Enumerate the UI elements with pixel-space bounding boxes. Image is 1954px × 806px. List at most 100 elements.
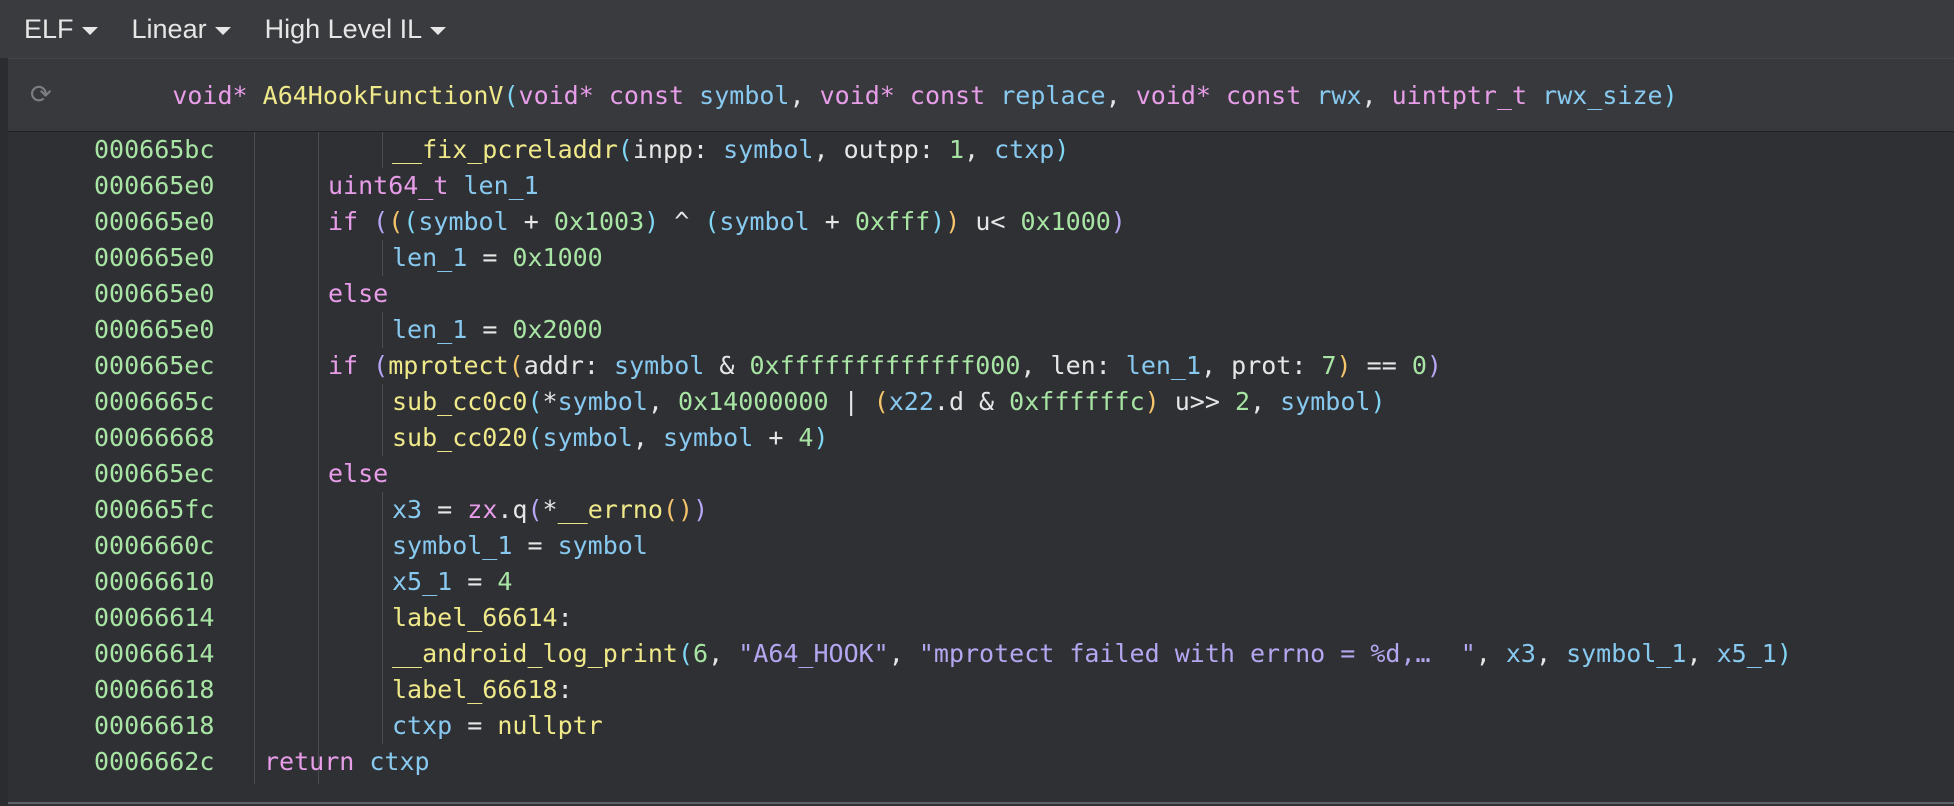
refresh-icon[interactable]: ⟳: [30, 80, 54, 110]
code-token[interactable]: x5_1: [1717, 639, 1777, 668]
param-name[interactable]: symbol: [699, 81, 789, 110]
line-address[interactable]: 000665fc: [94, 492, 214, 528]
code-token: uint64_t: [328, 171, 464, 200]
code-line[interactable]: 0006660c symbol_1 = symbol: [8, 528, 1954, 564]
view-type-dropdown[interactable]: Linear: [132, 14, 231, 45]
code-token[interactable]: label_66618: [392, 675, 558, 704]
line-address[interactable]: 000665bc: [94, 132, 214, 168]
code-line[interactable]: 000665e0 else: [8, 276, 1954, 312]
code-token[interactable]: len_1: [392, 315, 467, 344]
code-token[interactable]: __errno: [558, 495, 663, 524]
code-line[interactable]: 000665e0 uint64_t len_1: [8, 168, 1954, 204]
code-line[interactable]: 000665fc x3 = zx.q(*__errno()): [8, 492, 1954, 528]
code-token[interactable]: len_1: [392, 243, 467, 272]
code-line[interactable]: 000665e0 len_1 = 0x1000: [8, 240, 1954, 276]
code-token[interactable]: __android_log_print: [392, 639, 678, 668]
line-address[interactable]: 000665e0: [94, 204, 214, 240]
line-code: else: [328, 456, 388, 492]
code-token[interactable]: symbol: [723, 135, 813, 164]
code-token[interactable]: x3: [1506, 639, 1536, 668]
code-token[interactable]: ctxp: [392, 711, 452, 740]
line-address[interactable]: 0006662c: [94, 744, 214, 780]
code-token: (: [617, 135, 633, 164]
code-token[interactable]: symbol: [558, 387, 648, 416]
code-token[interactable]: label_66614: [392, 603, 558, 632]
line-address[interactable]: 00066614: [94, 600, 214, 636]
code-token[interactable]: mprotect: [388, 351, 508, 380]
code-line[interactable]: 000665bc __fix_pcreladdr(inpp: symbol, ou…: [8, 132, 1954, 168]
code-line[interactable]: 0006665c sub_cc0c0(*symbol, 0x14000000 | …: [8, 384, 1954, 420]
line-code: uint64_t len_1: [328, 168, 539, 204]
line-address[interactable]: 00066618: [94, 708, 214, 744]
code-token[interactable]: len_1: [1126, 351, 1201, 380]
code-line[interactable]: 000665ec if (mprotect(addr: symbol & 0xff…: [8, 348, 1954, 384]
code-line[interactable]: 00066668 sub_cc020(symbol, symbol + 4): [8, 420, 1954, 456]
code-line[interactable]: 000665ec else: [8, 456, 1954, 492]
line-address[interactable]: 0006665c: [94, 384, 214, 420]
code-line[interactable]: 000665e0 if (((symbol + 0x1003) ^ (symbol…: [8, 204, 1954, 240]
code-token: 0x1000: [512, 243, 603, 272]
code-token: 0xfffffffffffff000: [749, 351, 1021, 380]
code-token[interactable]: symbol: [418, 207, 508, 236]
code-token: =: [452, 711, 498, 740]
code-line[interactable]: 00066614 __android_log_print(6, "A64_HOOK…: [8, 636, 1954, 672]
line-address[interactable]: 000665ec: [94, 456, 214, 492]
code-token[interactable]: symbol: [1280, 387, 1370, 416]
code-token[interactable]: ctxp: [994, 135, 1054, 164]
code-token: u<: [960, 207, 1021, 236]
code-token[interactable]: symbol_1: [1566, 639, 1686, 668]
code-line[interactable]: 00066618 label_66618:: [8, 672, 1954, 708]
code-token[interactable]: symbol: [719, 207, 809, 236]
code-token[interactable]: symbol: [614, 351, 704, 380]
code-token: 0x14000000: [678, 387, 829, 416]
code-token: (: [677, 639, 694, 668]
code-view[interactable]: 000665bc __fix_pcreladdr(inpp: symbol, ou…: [8, 132, 1954, 792]
code-line[interactable]: 00066614 label_66614:: [8, 600, 1954, 636]
function-signature[interactable]: void* A64HookFunctionV(void* const symbo…: [82, 52, 1677, 139]
code-token: =: [422, 495, 468, 524]
code-line[interactable]: 0006662c return ctxp: [8, 744, 1954, 780]
line-address[interactable]: 000665e0: [94, 276, 214, 312]
code-token[interactable]: sub_cc020: [392, 423, 527, 452]
code-line[interactable]: 000665e0 len_1 = 0x2000: [8, 312, 1954, 348]
line-address[interactable]: 00066618: [94, 672, 214, 708]
code-token: +: [508, 207, 554, 236]
code-token[interactable]: symbol: [543, 423, 633, 452]
line-address[interactable]: 00066610: [94, 564, 214, 600]
code-token: ): [1426, 351, 1442, 380]
line-address[interactable]: 000665ec: [94, 348, 214, 384]
code-token[interactable]: len_1: [463, 171, 538, 200]
code-token[interactable]: x22: [889, 387, 934, 416]
code-line[interactable]: 00066618 ctxp = nullptr: [8, 708, 1954, 744]
code-token[interactable]: nullptr: [497, 711, 602, 740]
code-token[interactable]: __fix_pcreladdr: [392, 135, 618, 164]
line-address[interactable]: 0006660c: [94, 528, 214, 564]
code-token: &: [704, 351, 750, 380]
param-name[interactable]: rwx_size: [1542, 81, 1662, 110]
line-address[interactable]: 000665e0: [94, 168, 214, 204]
line-address[interactable]: 000665e0: [94, 240, 214, 276]
code-token[interactable]: symbol_1: [392, 531, 512, 560]
code-token[interactable]: symbol: [663, 423, 753, 452]
code-token: ,: [632, 423, 663, 452]
il-level-dropdown[interactable]: High Level IL: [265, 14, 447, 45]
function-name[interactable]: A64HookFunctionV: [263, 81, 504, 110]
line-code: else: [328, 276, 388, 312]
param-name[interactable]: rwx: [1316, 81, 1361, 110]
line-address[interactable]: 00066614: [94, 636, 214, 672]
code-token[interactable]: symbol: [558, 531, 648, 560]
code-token[interactable]: ctxp: [369, 747, 429, 776]
code-token[interactable]: sub_cc0c0: [392, 387, 527, 416]
code-token: 0: [1411, 351, 1427, 380]
line-code: __fix_pcreladdr(inpp: symbol, outpp: 1, …: [392, 132, 1069, 168]
line-address[interactable]: 00066668: [94, 420, 214, 456]
code-token: zx: [467, 495, 498, 524]
line-address[interactable]: 000665e0: [94, 312, 214, 348]
file-type-label: ELF: [24, 13, 74, 44]
code-line[interactable]: 00066610 x5_1 = 4: [8, 564, 1954, 600]
code-token[interactable]: x5_1: [392, 567, 452, 596]
code-token: "mprotect failed with errno = %d,… ": [918, 639, 1476, 668]
param-name[interactable]: replace: [1000, 81, 1105, 110]
file-type-dropdown[interactable]: ELF: [24, 14, 98, 45]
code-token[interactable]: x3: [392, 495, 422, 524]
